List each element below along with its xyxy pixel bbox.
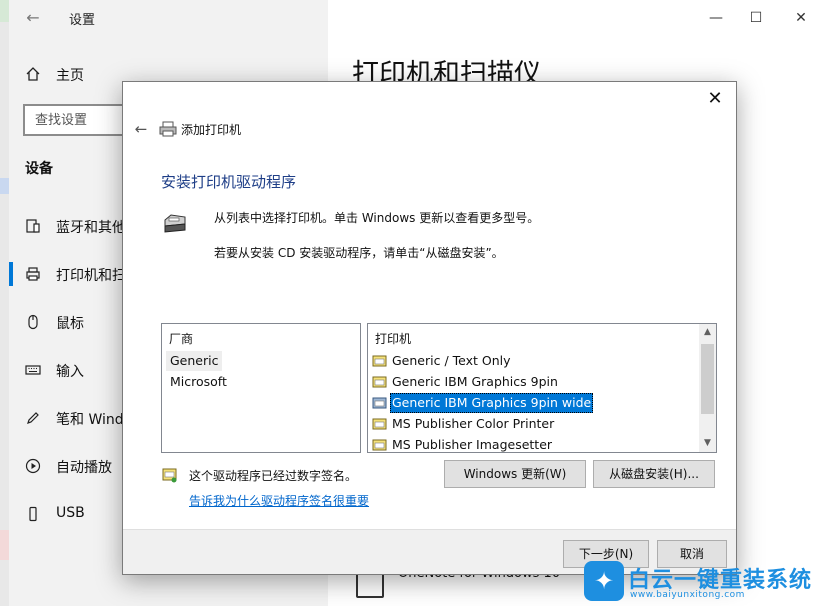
keyboard-icon: [23, 360, 43, 380]
sidebar-item-label: 蓝牙和其他: [56, 220, 126, 236]
sidebar-item-label: 鼠标: [56, 316, 84, 332]
selection-indicator: [9, 262, 13, 286]
driver-certified-icon: [372, 376, 387, 388]
mouse-icon: [23, 312, 43, 332]
sidebar-item-label: 主页: [56, 68, 84, 84]
background-app-fragment: [0, 530, 9, 560]
scroll-down-icon[interactable]: ▼: [699, 435, 716, 452]
bird-logo-icon: ✦: [584, 561, 624, 601]
vertical-scrollbar[interactable]: ▲ ▼: [699, 324, 716, 452]
list-item[interactable]: MS Publisher Imagesetter: [372, 435, 554, 452]
sidebar-item-label: 自动播放: [56, 460, 112, 476]
autoplay-icon: [23, 456, 43, 476]
printer-model-name: MS Publisher Color Printer: [392, 416, 555, 431]
back-arrow-icon[interactable]: ←: [23, 8, 43, 28]
sidebar-item-label: USB: [56, 505, 85, 521]
watermark: ✦ 白云一键重装系统 www.baiyunxitong.com: [580, 558, 833, 606]
background-app-fragment: [0, 178, 9, 194]
driver-certified-icon: [372, 418, 387, 430]
add-printer-dialog: ✕ ← 添加打印机 安装打印机驱动程序 从列表中选择打印机。单击 Windows…: [122, 81, 737, 575]
instruction-text: 从列表中选择打印机。单击 Windows 更新以查看更多型号。: [214, 211, 540, 225]
printer-driver-icon: [164, 214, 186, 233]
pen-icon: [23, 408, 43, 428]
sidebar-item-label: 笔和 Windo: [56, 412, 133, 428]
printer-model-list[interactable]: 打印机 Generic / Text Only Generic IBM Grap…: [367, 323, 717, 453]
list-item-selected[interactable]: Generic IBM Graphics 9pin wide: [372, 393, 594, 413]
maximize-button[interactable]: ☐: [733, 4, 779, 32]
list-item[interactable]: Generic / Text Only: [372, 351, 513, 371]
home-icon: [23, 64, 43, 84]
list-item-microsoft[interactable]: Microsoft: [166, 372, 231, 392]
driver-certified-icon: [372, 355, 387, 367]
signed-driver-icon: [162, 468, 177, 483]
printer-model-name: MS Publisher Imagesetter: [392, 437, 553, 452]
printer-model-name: Generic / Text Only: [392, 353, 511, 368]
list-item[interactable]: Generic IBM Graphics 9pin: [372, 372, 560, 392]
section-title: 安装打印机驱动程序: [161, 173, 297, 191]
have-disk-button[interactable]: 从磁盘安装(H)...: [593, 460, 715, 488]
driver-certified-icon: [372, 439, 387, 451]
list-item-generic[interactable]: Generic: [166, 351, 223, 371]
printer-icon: [23, 264, 43, 284]
sidebar-item-label: 打印机和扫: [56, 268, 126, 284]
background-app-strip: [0, 0, 9, 606]
list-header: 打印机: [375, 332, 412, 346]
background-app-fragment: [0, 0, 9, 22]
usb-icon: [23, 504, 43, 524]
close-window-button[interactable]: ✕: [778, 4, 824, 32]
manufacturer-list[interactable]: 厂商 Generic Microsoft: [161, 323, 361, 453]
dialog-close-button[interactable]: ✕: [704, 88, 726, 110]
dialog-title: 添加打印机: [181, 122, 242, 137]
sidebar-item-label: 输入: [56, 364, 84, 380]
signature-status: 这个驱动程序已经过数字签名。: [189, 469, 358, 483]
instruction-text-cd: 若要从安装 CD 安装驱动程序，请单击“从磁盘安装”。: [214, 246, 504, 260]
driver-certified-icon: [372, 397, 387, 409]
back-arrow-icon[interactable]: ←: [131, 120, 151, 138]
list-header: 厂商: [169, 332, 194, 346]
window-title: 设置: [69, 13, 96, 28]
scroll-up-icon[interactable]: ▲: [699, 324, 716, 341]
printer-model-name: Generic IBM Graphics 9pin wide: [390, 393, 594, 413]
scrollbar-thumb[interactable]: [701, 344, 714, 414]
driver-signing-link[interactable]: 告诉我为什么驱动程序签名很重要: [189, 492, 369, 509]
list-item[interactable]: MS Publisher Color Printer: [372, 414, 556, 434]
dialog-header: ← 添加打印机: [131, 118, 241, 140]
bluetooth-devices-icon: [23, 216, 43, 236]
printer-model-name: Generic IBM Graphics 9pin: [392, 374, 558, 389]
section-heading: 设备: [25, 161, 53, 177]
printer-icon: [159, 121, 177, 137]
watermark-url: www.baiyunxitong.com: [630, 590, 745, 600]
windows-update-button[interactable]: Windows 更新(W): [444, 460, 586, 488]
